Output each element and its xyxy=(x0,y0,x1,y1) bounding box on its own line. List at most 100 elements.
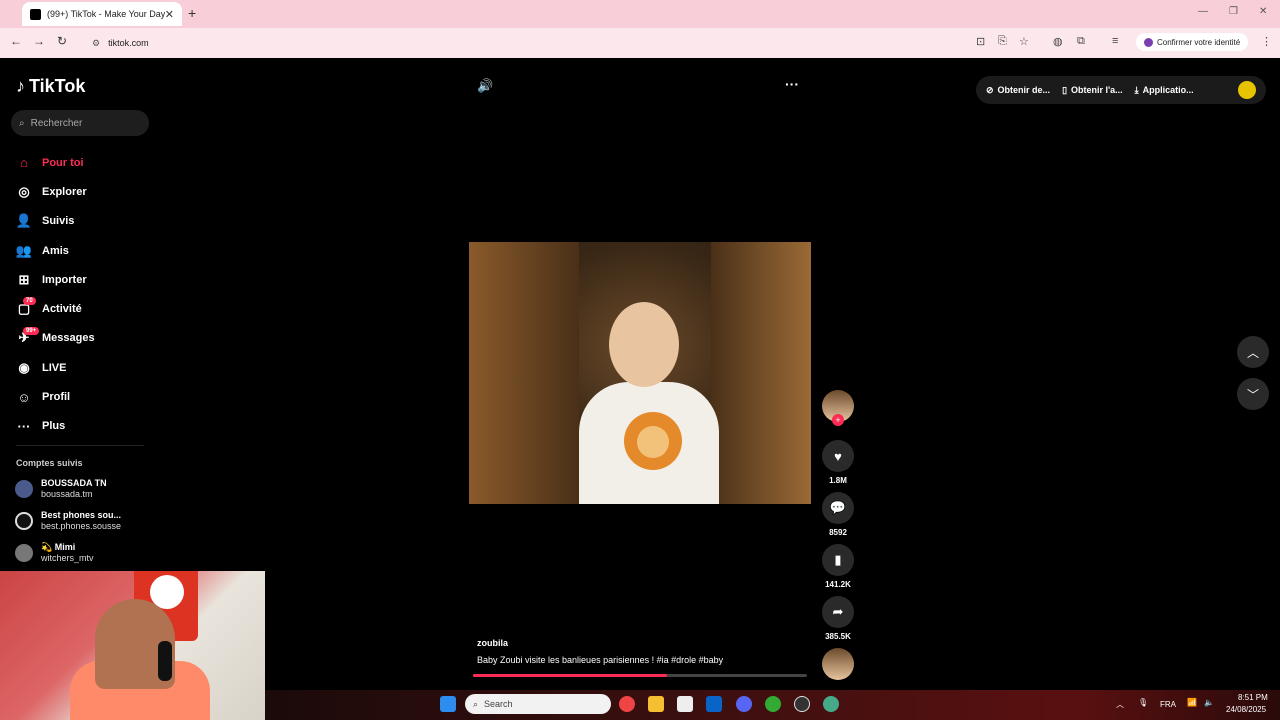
sidebar-item-plus[interactable]: ··· Plus xyxy=(16,412,146,441)
store-icon[interactable] xyxy=(677,696,693,712)
video-child-head xyxy=(609,302,679,387)
sidebar-item-amis[interactable]: 👥 Amis xyxy=(16,236,146,265)
search-icon: ⌕ xyxy=(19,117,25,129)
reading-list-icon[interactable]: ≡ xyxy=(1112,35,1118,47)
microphone-icon[interactable]: 🎙 xyxy=(1138,698,1148,707)
following-account[interactable]: Best phones sou... best.phones.sousse xyxy=(15,510,155,532)
speaker-icon[interactable]: 🔈 xyxy=(1204,698,1214,707)
desktop-app-label: Applicatio... xyxy=(1142,85,1194,95)
get-app-button[interactable]: ▯ Obtenir l'a... xyxy=(1062,85,1123,96)
logo-text: TikTok xyxy=(29,76,86,96)
share-count: 385.5K xyxy=(825,632,851,641)
close-window-button[interactable]: ✕ xyxy=(1259,6,1267,17)
video-author[interactable]: zoubila xyxy=(477,638,508,648)
previous-video-button[interactable]: ︿ xyxy=(1237,336,1269,368)
site-info-icon[interactable]: ⚙ xyxy=(92,38,100,49)
live-icon: ◉ xyxy=(18,359,30,375)
minimize-button[interactable]: — xyxy=(1198,6,1208,17)
video-wall-left xyxy=(469,242,579,504)
chrome-icon[interactable] xyxy=(619,696,635,712)
search-input[interactable]: ⌕ Rechercher xyxy=(11,110,149,136)
more-options-icon[interactable]: ··· xyxy=(785,76,799,92)
discord-icon[interactable] xyxy=(736,696,752,712)
chrome-active-icon[interactable] xyxy=(823,696,839,712)
share-icon: ➦ xyxy=(822,596,854,628)
clock-time[interactable]: 8:51 PM xyxy=(1238,693,1268,702)
reload-icon[interactable]: ↻ xyxy=(57,34,67,48)
video-player[interactable] xyxy=(469,242,811,504)
tiktok-logo[interactable]: ♪ TikTok xyxy=(16,76,85,97)
sidebar-item-suivis[interactable]: 👤 Suivis xyxy=(16,207,146,236)
top-actions: ⊘ Obtenir de... ▯ Obtenir l'a... ⤓ Applicat… xyxy=(976,76,1266,104)
follow-plus-icon[interactable]: + xyxy=(832,414,844,426)
volume-icon[interactable]: 🔊 xyxy=(477,78,493,94)
tray-chevron-icon[interactable]: ︿ xyxy=(1116,699,1124,710)
confirm-identity-button[interactable]: Confirmer votre identité xyxy=(1136,33,1249,51)
creator-avatar-button[interactable]: + xyxy=(822,390,854,426)
download-icon: ⤓ xyxy=(1134,84,1139,95)
get-coins-button[interactable]: ⊘ Obtenir de... xyxy=(986,85,1050,96)
sidebar-item-messages[interactable]: ✈ 99+ Messages xyxy=(16,324,146,353)
lion-face xyxy=(637,426,669,458)
home-icon: ⌂ xyxy=(20,155,28,171)
outlook-icon[interactable] xyxy=(706,696,722,712)
clock-date[interactable]: 24/08/2025 xyxy=(1226,705,1266,714)
sidebar-item-profil[interactable]: ☺ Profil xyxy=(16,382,146,411)
share-button[interactable]: ➦ 385.5K xyxy=(822,596,854,641)
url-field[interactable]: ⚙ tiktok.com xyxy=(84,32,964,54)
obs-icon[interactable] xyxy=(794,696,810,712)
save-count: 141.2K xyxy=(825,580,851,589)
user-avatar[interactable] xyxy=(1238,81,1256,99)
comment-icon: 💬 xyxy=(822,492,854,524)
comment-button[interactable]: 💬 8592 xyxy=(822,492,854,537)
next-video-button[interactable]: ﹀ xyxy=(1237,378,1269,410)
wifi-icon[interactable]: 📶 xyxy=(1187,698,1197,707)
new-tab-button[interactable]: + xyxy=(188,5,196,21)
desktop-app-button[interactable]: ⤓ Applicatio... xyxy=(1135,85,1194,96)
chrome-profile-icon[interactable] xyxy=(765,696,781,712)
sidebar-item-label: LIVE xyxy=(42,361,67,374)
avatar xyxy=(15,544,33,562)
sidebar-item-label: Importer xyxy=(42,273,87,286)
bookmark-star-icon[interactable]: ☆ xyxy=(1019,35,1029,48)
sidebar-item-label: Profil xyxy=(42,391,71,404)
video-caption: Baby Zoubi visite les banlieues parisien… xyxy=(477,655,724,665)
sidebar-item-label: Messages xyxy=(42,332,95,345)
install-app-icon[interactable]: ⊡ xyxy=(976,35,985,48)
like-button[interactable]: ♥ 1.8M xyxy=(822,440,854,485)
following-account[interactable]: 💫 Mimi witchers_mtv xyxy=(15,542,155,564)
language-indicator[interactable]: FRA xyxy=(1160,700,1176,709)
sidebar-item-label: Amis xyxy=(42,244,69,257)
sidebar-item-label: Pour toi xyxy=(42,156,84,169)
video-progress-fill xyxy=(473,674,667,677)
browser-tab[interactable]: (99+) TikTok - Make Your Day ✕ xyxy=(22,2,182,26)
following-account[interactable]: BOUSSADA TN boussada.tm xyxy=(15,478,155,500)
taskbar-search[interactable]: ⌕ Search xyxy=(465,694,611,714)
tiktok-favicon-icon xyxy=(30,8,41,20)
translate-icon[interactable]: ⎘ xyxy=(998,35,1007,48)
file-explorer-icon[interactable] xyxy=(648,696,664,712)
sidebar-nav: ⌂ Pour toi ◎ Explorer 👤 Suivis 👥 Amis ⊞ Importer ▢… xyxy=(16,148,146,441)
webcam-overlay xyxy=(0,571,265,720)
sidebar-item-live[interactable]: ◉ LIVE xyxy=(16,353,146,382)
get-app-label: Obtenir l'a... xyxy=(1071,85,1123,95)
profile-dot-icon xyxy=(1144,37,1153,47)
save-button[interactable]: ▮ 141.2K xyxy=(822,544,854,589)
sound-disc-icon xyxy=(822,648,854,680)
sound-avatar-button[interactable] xyxy=(822,648,854,680)
sidebar-item-pour-toi[interactable]: ⌂ Pour toi xyxy=(16,148,146,177)
sidebar-divider xyxy=(16,445,144,446)
windows-start-icon[interactable] xyxy=(440,696,456,712)
browser-menu-icon[interactable]: ⋮ xyxy=(1261,35,1272,48)
extension-icon[interactable]: ◍ xyxy=(1053,35,1063,48)
tab-close-icon[interactable]: ✕ xyxy=(165,8,174,21)
maximize-button[interactable]: ❐ xyxy=(1229,6,1238,17)
extensions-puzzle-icon[interactable]: ⧉ xyxy=(1077,35,1085,48)
tab-title: (99+) TikTok - Make Your Day xyxy=(47,9,165,19)
back-icon[interactable]: ← xyxy=(10,34,22,48)
forward-icon[interactable]: → xyxy=(33,34,45,48)
video-progress-bar[interactable] xyxy=(473,674,807,677)
sidebar-item-explorer[interactable]: ◎ Explorer xyxy=(16,177,146,206)
sidebar-item-importer[interactable]: ⊞ Importer xyxy=(16,265,146,294)
sidebar-item-activit-[interactable]: ▢ 70 Activité xyxy=(16,294,146,323)
